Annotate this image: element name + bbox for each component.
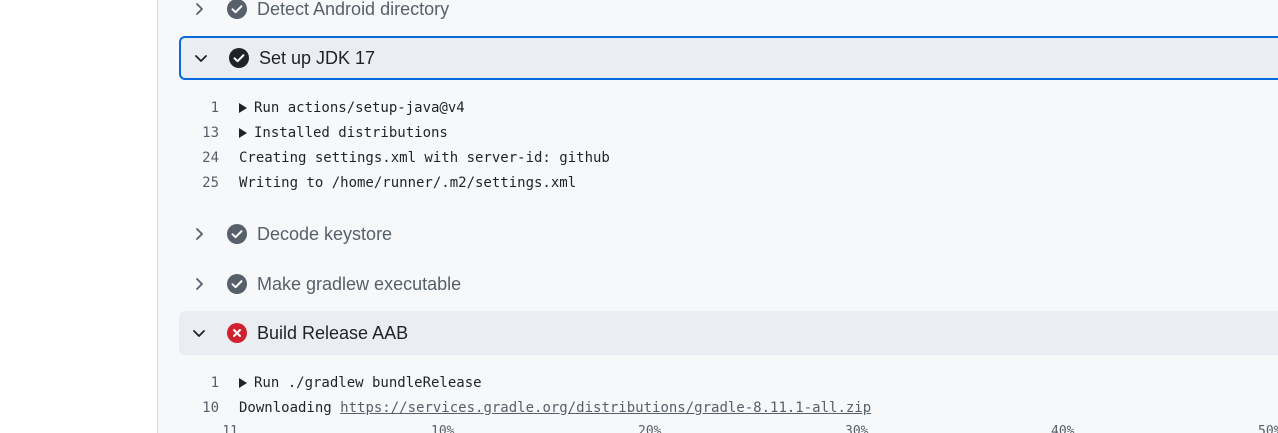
log-text: Creating settings.xml with server-id: gi… <box>239 149 610 166</box>
expand-triangle-icon[interactable] <box>239 127 247 138</box>
log-line[interactable]: 1 Run actions/setup-java@v4 <box>158 95 1278 120</box>
chevron-right-icon[interactable] <box>179 276 219 292</box>
step-label: Detect Android directory <box>257 0 450 19</box>
step-label: Set up JDK 17 <box>259 47 376 68</box>
step-build-release-aab[interactable]: Build Release AAB <box>179 311 1278 355</box>
line-number[interactable]: 11 <box>202 424 238 433</box>
line-number[interactable]: 24 <box>158 150 239 166</box>
check-circle-icon <box>219 0 255 19</box>
step-detect-android-directory[interactable]: Detect Android directory <box>179 0 1278 31</box>
left-gutter <box>0 0 157 433</box>
line-number[interactable]: 25 <box>158 175 239 191</box>
job-steps-panel: Detect Android directory Set up JDK 17 1… <box>157 0 1278 433</box>
line-number[interactable]: 10 <box>158 400 239 416</box>
jdk-step-log: 1 Run actions/setup-java@v4 13 Installed… <box>158 95 1278 195</box>
log-line[interactable]: 13 Installed distributions <box>158 120 1278 145</box>
step-set-up-jdk[interactable]: Set up JDK 17 <box>179 36 1278 80</box>
log-text: Writing to /home/runner/.m2/settings.xml <box>239 174 577 191</box>
build-step-log: 1 Run ./gradlew bundleRelease 10 Downloa… <box>158 370 1278 420</box>
check-circle-icon <box>219 224 255 244</box>
chevron-down-icon[interactable] <box>179 325 219 341</box>
log-line: 10 Downloading https://services.gradle.o… <box>158 395 1278 420</box>
step-label: Build Release AAB <box>257 322 409 343</box>
progress-mark: 40% <box>1051 424 1075 433</box>
step-make-gradlew-executable[interactable]: Make gradlew executable <box>179 262 1278 306</box>
log-text: Installed distributions <box>254 124 448 141</box>
step-label: Make gradlew executable <box>257 273 462 294</box>
log-line: 24 Creating settings.xml with server-id:… <box>158 145 1278 170</box>
progress-mark: 10% <box>431 424 455 433</box>
check-circle-icon <box>219 274 255 294</box>
gradle-download-link[interactable]: https://services.gradle.org/distribution… <box>340 400 871 416</box>
progress-mark: 20% <box>638 424 662 433</box>
line-number[interactable]: 1 <box>158 100 239 116</box>
line-number[interactable]: 13 <box>158 125 239 141</box>
log-line[interactable]: 1 Run ./gradlew bundleRelease <box>158 370 1278 395</box>
log-text: Run ./gradlew bundleRelease <box>254 374 482 391</box>
chevron-right-icon[interactable] <box>179 226 219 242</box>
step-decode-keystore[interactable]: Decode keystore <box>179 212 1278 256</box>
log-text: Downloading <box>239 399 341 416</box>
step-label: Decode keystore <box>257 223 393 244</box>
chevron-right-icon[interactable] <box>179 1 219 17</box>
progress-mark: 30% <box>845 424 869 433</box>
x-circle-icon <box>219 323 255 343</box>
chevron-down-icon[interactable] <box>181 50 221 66</box>
progress-log-line: 11 10% 20% 30% 40% 50% <box>158 424 1278 433</box>
log-line: 25 Writing to /home/runner/.m2/settings.… <box>158 170 1278 195</box>
progress-mark: 50% <box>1258 424 1278 433</box>
check-circle-icon <box>221 48 257 68</box>
expand-triangle-icon[interactable] <box>239 377 247 388</box>
log-text: Run actions/setup-java@v4 <box>254 99 465 116</box>
expand-triangle-icon[interactable] <box>239 102 247 113</box>
line-number[interactable]: 1 <box>158 375 239 391</box>
